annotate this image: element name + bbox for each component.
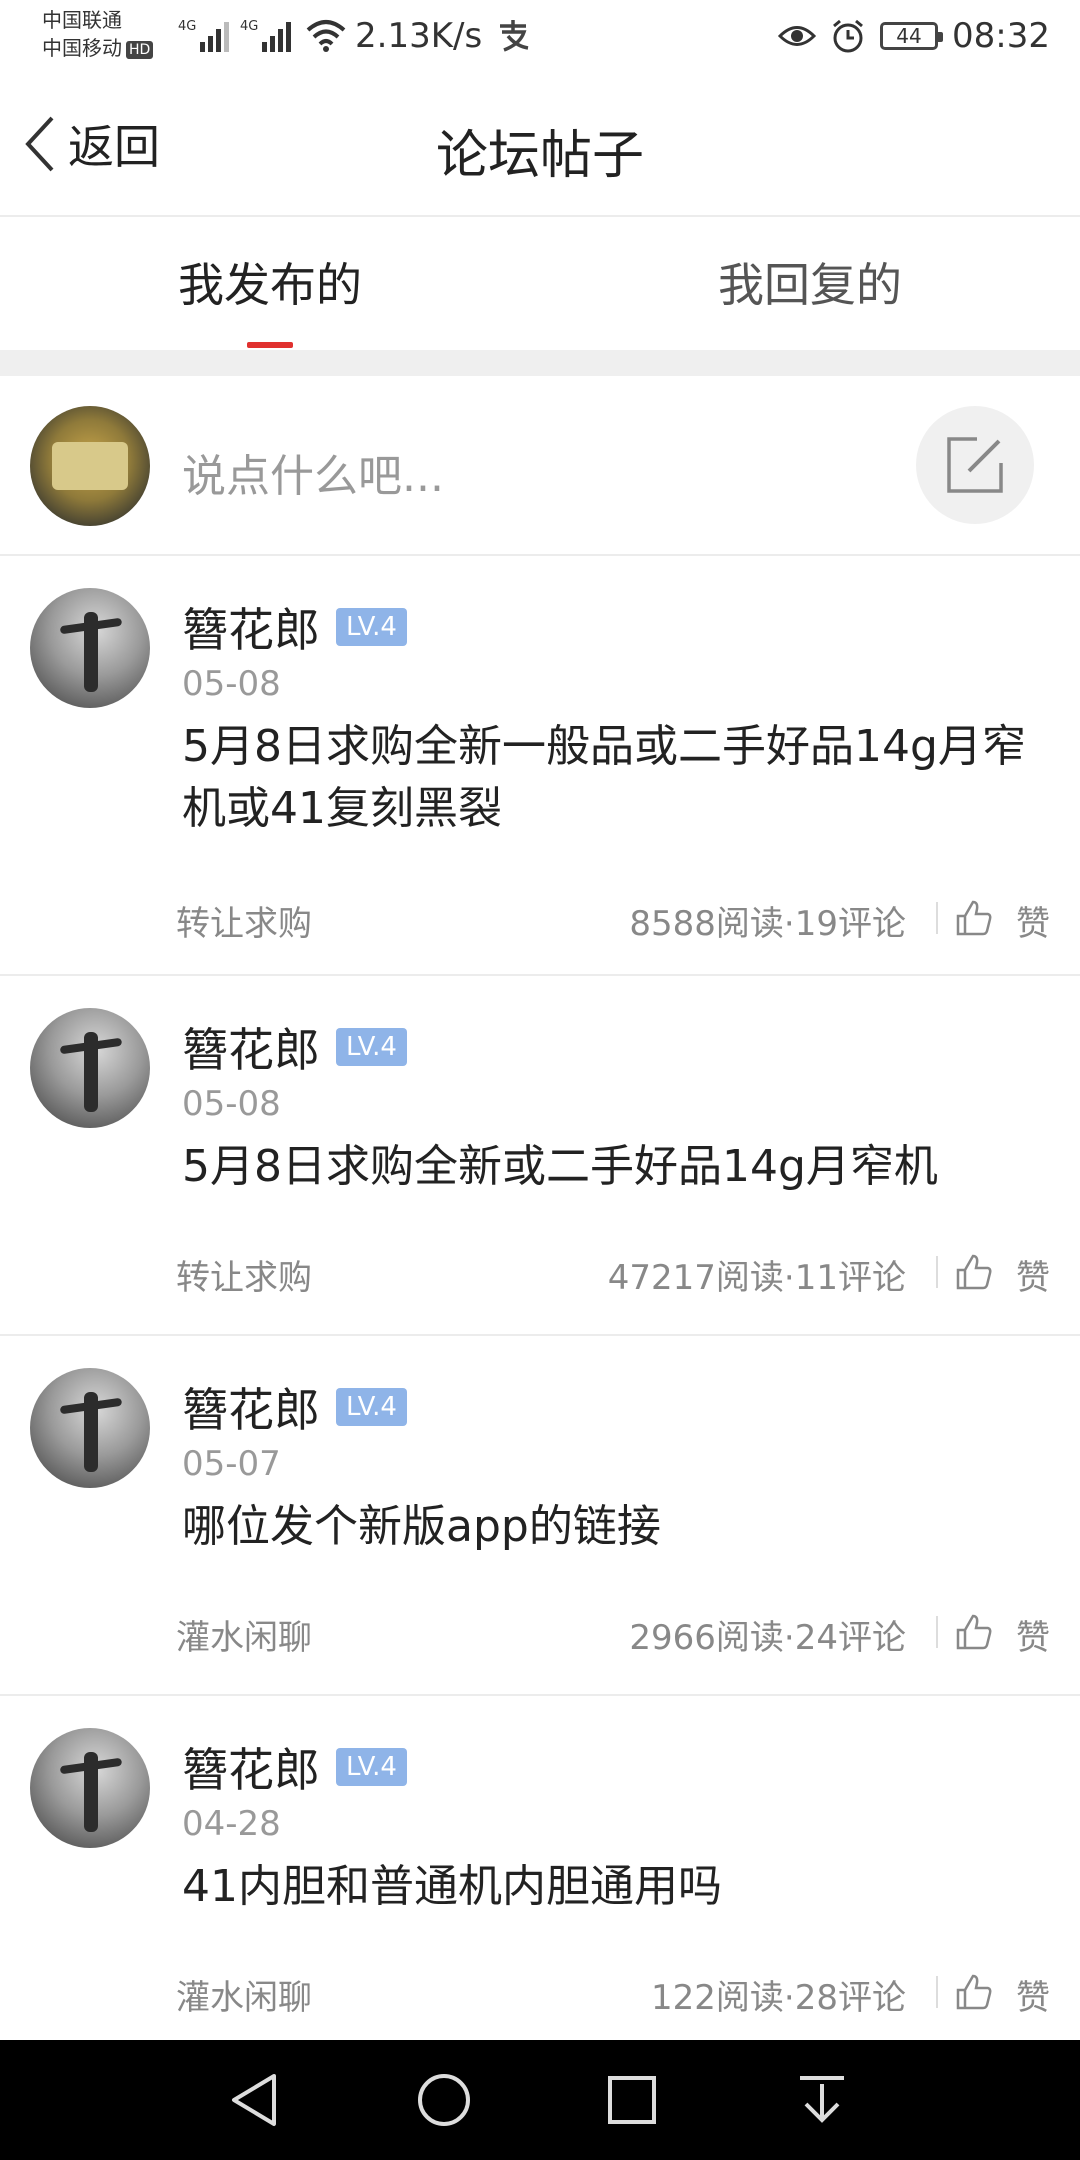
post-date: 05-08 (182, 664, 281, 704)
level-badge: LV.4 (336, 1028, 407, 1066)
svg-text:4G: 4G (178, 19, 196, 34)
alipay-icon (500, 20, 529, 52)
hd-badge: HD (126, 40, 154, 59)
footer-divider (936, 1976, 938, 2008)
author-avatar[interactable] (30, 1368, 150, 1488)
post-item[interactable]: 簪花郎 LV.4 05-08 5月8日求购全新一般品或二手好品14g月窄机或41… (0, 556, 1080, 976)
carrier-2: 中国移动 (42, 36, 122, 60)
level-badge: LV.4 (336, 608, 407, 646)
author-avatar[interactable] (30, 1728, 150, 1848)
compose-button[interactable] (916, 406, 1034, 524)
post-title[interactable]: 5月8日求购全新或二手好品14g月窄机 (182, 1136, 1042, 1198)
like-label[interactable]: 赞 (1016, 896, 1050, 945)
post-title[interactable]: 41内胆和普通机内胆通用吗 (182, 1856, 1042, 1918)
nav-notification-icon[interactable] (792, 2070, 852, 2130)
clock: 08:32 (952, 16, 1050, 56)
carrier-info: 中国联通 中国移动 HD (42, 6, 154, 62)
nav-recents-icon[interactable] (602, 2070, 662, 2130)
carrier-1: 中国联通 (42, 8, 122, 32)
author-row: 簪花郎 LV.4 (182, 1014, 407, 1080)
page-title: 论坛帖子 (435, 126, 644, 186)
author-row: 簪花郎 LV.4 (182, 594, 407, 660)
thumbs-up-icon[interactable] (954, 1612, 994, 1652)
post-stats: 47217阅读·11评论 (607, 1258, 906, 1298)
tab-my-posts[interactable]: 我发布的 (0, 249, 540, 315)
compose-edit-icon (947, 437, 1003, 493)
post-category[interactable]: 转让求购 (176, 1250, 312, 1299)
like-label[interactable]: 赞 (1016, 1610, 1050, 1659)
cell-signal-icon: 4G (178, 19, 229, 52)
post-title[interactable]: 哪位发个新版app的链接 (182, 1496, 1042, 1558)
post-title[interactable]: 5月8日求购全新一般品或二手好品14g月窄机或41复刻黑裂 (182, 716, 1042, 840)
wifi-icon (306, 20, 346, 52)
post-stats: 8588阅读·19评论 (629, 904, 906, 944)
alarm-icon (833, 19, 863, 53)
battery-icon: 44 (880, 22, 944, 50)
network-speed: 2.13K/s (355, 16, 483, 56)
post-footer: 转让求购 47217阅读·11评论 赞 (0, 1242, 1080, 1302)
level-badge: LV.4 (336, 1388, 407, 1426)
thumbs-up-icon[interactable] (954, 1972, 994, 2012)
like-label[interactable]: 赞 (1016, 1970, 1050, 2019)
post-item[interactable]: 簪花郎 LV.4 04-28 41内胆和普通机内胆通用吗 灌水闲聊 122阅读·… (0, 1696, 1080, 2040)
active-tab-indicator (247, 342, 293, 348)
tab-my-replies[interactable]: 我回复的 (540, 249, 1080, 315)
post-composer: 说点什么吧... (0, 376, 1080, 556)
author-name[interactable]: 簪花郎 (182, 594, 320, 660)
cell-signal-icon-2: 4G (240, 19, 291, 52)
status-right: 44 08:32 (778, 14, 1050, 58)
post-date: 05-07 (182, 1444, 281, 1484)
user-avatar[interactable] (30, 406, 150, 526)
status-bar: 中国联通 中国移动 HD 4G 4G 2.13K/s 44 08:32 (0, 0, 1080, 75)
compose-input[interactable]: 说点什么吧... (182, 440, 444, 504)
thumbs-up-icon[interactable] (954, 898, 994, 938)
post-date: 05-08 (182, 1084, 281, 1124)
post-footer: 转让求购 8588阅读·19评论 赞 (0, 888, 1080, 948)
app-header: 返回 论坛帖子 (0, 75, 1080, 217)
section-divider (0, 350, 1080, 376)
post-stats: 2966阅读·24评论 (629, 1618, 906, 1658)
footer-divider (936, 1616, 938, 1648)
footer-divider (936, 1256, 938, 1288)
author-name[interactable]: 簪花郎 (182, 1374, 320, 1440)
svg-text:4G: 4G (240, 19, 258, 34)
author-row: 簪花郎 LV.4 (182, 1734, 407, 1800)
post-category[interactable]: 灌水闲聊 (176, 1970, 312, 2019)
post-category[interactable]: 灌水闲聊 (176, 1610, 312, 1659)
author-name[interactable]: 簪花郎 (182, 1734, 320, 1800)
post-category[interactable]: 转让求购 (176, 896, 312, 945)
thumbs-up-icon[interactable] (954, 1252, 994, 1292)
nav-back-icon[interactable] (226, 2070, 286, 2130)
level-badge: LV.4 (336, 1748, 407, 1786)
author-avatar[interactable] (30, 1008, 150, 1128)
system-nav-bar (0, 2040, 1080, 2160)
post-footer: 灌水闲聊 2966阅读·24评论 赞 (0, 1602, 1080, 1662)
like-label[interactable]: 赞 (1016, 1250, 1050, 1299)
footer-divider (936, 902, 938, 934)
author-row: 簪花郎 LV.4 (182, 1374, 407, 1440)
post-footer: 灌水闲聊 122阅读·28评论 赞 (0, 1962, 1080, 2022)
eye-icon (778, 26, 817, 46)
nav-home-icon[interactable] (414, 2070, 474, 2130)
post-item[interactable]: 簪花郎 LV.4 05-08 5月8日求购全新或二手好品14g月窄机 转让求购 … (0, 976, 1080, 1336)
tab-bar: 我发布的 我回复的 (0, 217, 1080, 350)
author-avatar[interactable] (30, 588, 150, 708)
post-stats: 122阅读·28评论 (651, 1978, 906, 2018)
post-item[interactable]: 簪花郎 LV.4 05-07 哪位发个新版app的链接 灌水闲聊 2966阅读·… (0, 1336, 1080, 1696)
post-date: 04-28 (182, 1804, 281, 1844)
author-name[interactable]: 簪花郎 (182, 1014, 320, 1080)
